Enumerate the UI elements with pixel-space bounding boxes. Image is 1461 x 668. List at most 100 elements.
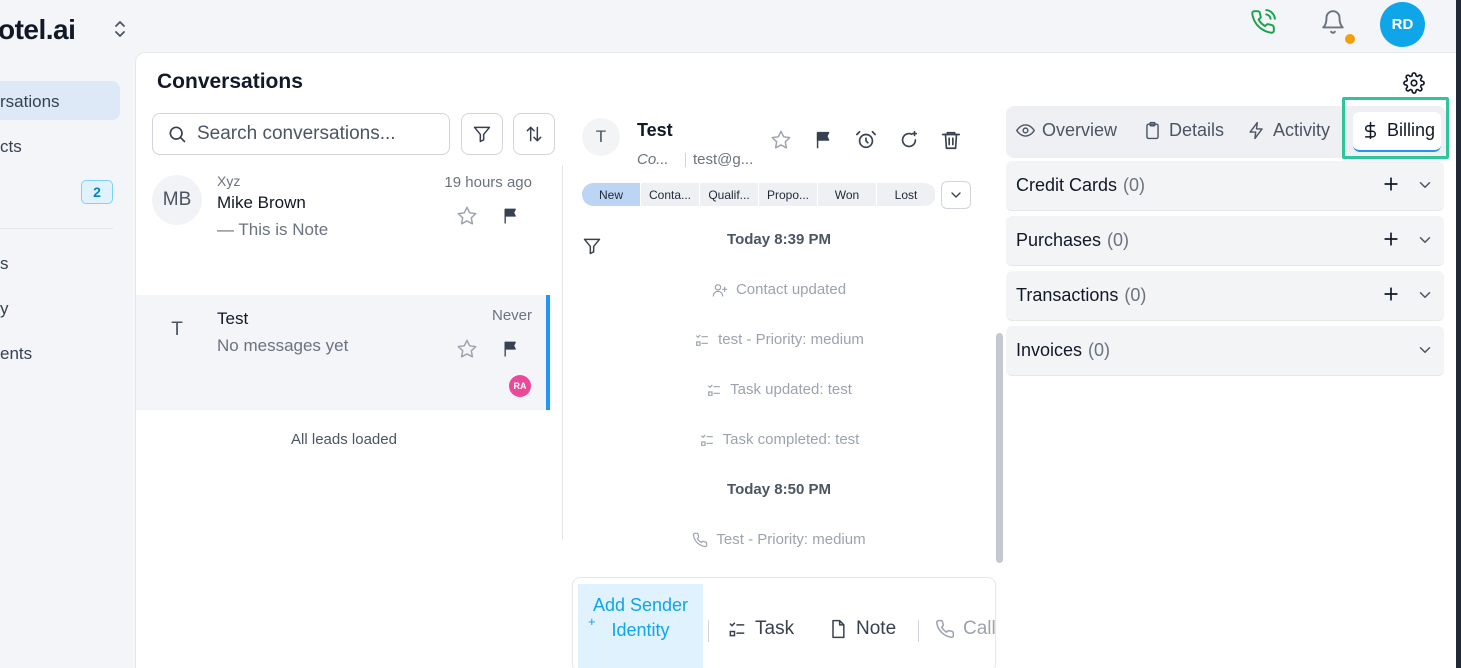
feed-date: Today 8:50 PM [727,481,831,498]
contact-avatar: T [171,319,183,340]
alarm-clock-icon[interactable] [855,129,877,151]
chevron-down-icon [951,192,961,198]
feed-event: Task completed: test [572,431,986,448]
conversation-item[interactable]: MB Xyz Mike Brown — This is Note 19 hour… [136,165,552,285]
conversation-item-selected[interactable]: T Test No messages yet Never RA [136,295,552,410]
stage-qualified[interactable]: Qualif... [700,183,759,206]
section-title: Transactions (0) [1016,285,1147,305]
star-icon[interactable] [770,129,792,151]
flag-icon[interactable] [501,206,521,226]
plus-icon[interactable] [1381,284,1401,304]
stage-new[interactable]: New [582,183,641,206]
phone-call-icon[interactable] [1250,9,1276,35]
sidebar-item-conversations[interactable]: rsations [0,92,60,112]
eye-icon [1016,124,1035,137]
flag-icon[interactable] [501,339,521,359]
chevron-down-icon[interactable] [1416,286,1434,304]
sidebar-item-5[interactable]: y [0,299,9,319]
toolbar-separator [918,620,919,642]
sort-arrows-icon [526,126,542,142]
conversation-time: Never [491,307,532,324]
chevron-down-icon[interactable] [1416,176,1434,194]
sidebar-divider [0,228,113,229]
section-purchases[interactable]: Purchases (0) [1006,216,1444,266]
section-transactions[interactable]: Transactions (0) [1006,271,1444,321]
feed-event-text: Task completed: test [722,431,860,448]
feed-event-text: test - Priority: medium [718,331,864,348]
user-plus-icon [712,283,728,297]
chevron-down-icon[interactable] [1416,231,1434,249]
section-title: Purchases (0) [1016,230,1130,250]
search-icon [169,126,186,143]
gear-icon[interactable] [1403,72,1425,94]
sidebar-item-contacts[interactable]: cts [0,137,22,157]
add-sender-identity-button[interactable]: Add Sender Identity [578,584,703,668]
top-bar: otel.ai RD [0,0,1456,52]
bell-icon[interactable] [1320,9,1346,35]
phone-icon [693,532,708,547]
feed-event: Test - Priority: medium [572,531,986,548]
window-edge [1456,0,1461,668]
search-input[interactable] [197,123,437,145]
workspace-switch-icon[interactable] [112,18,128,40]
detail-separator [685,153,686,167]
stage-lost[interactable]: Lost [877,183,936,206]
detail-email: test@g... [693,151,754,168]
page-title: Conversations [157,70,303,93]
note-button[interactable]: Note [828,618,896,640]
plus-icon[interactable] [1381,229,1401,249]
trash-icon[interactable] [940,129,962,151]
feed-event-text: Contact updated [735,281,847,298]
task-button[interactable]: Task [727,618,794,640]
conversation-time: 19 hours ago [444,174,532,191]
chevron-down-icon[interactable] [1416,341,1434,359]
sidebar-badge: 2 [81,180,113,204]
task-list-icon [700,434,713,446]
feed-event-text: Test - Priority: medium [716,531,866,548]
user-avatar[interactable]: RD [1380,2,1425,47]
section-invoices[interactable]: Invoices (0) [1006,326,1444,376]
tab-activity[interactable]: Activity [1247,120,1330,141]
feed-date: Today 8:39 PM [727,231,831,248]
selected-indicator [546,295,550,410]
column-divider [562,165,563,540]
stage-dropdown-button[interactable] [941,181,971,209]
sidebar-item-6[interactable]: ents [0,344,32,364]
filter-button[interactable] [461,113,503,155]
reopen-sparkle-icon[interactable] [898,129,920,151]
toolbar-separator [708,620,709,642]
star-icon[interactable] [456,338,478,360]
flag-icon[interactable] [813,129,835,151]
tab-overview[interactable]: Overview [1016,120,1117,141]
task-label: Task [755,618,795,639]
note-label: Note [856,618,897,639]
section-credit-cards[interactable]: Credit Cards (0) [1006,161,1444,211]
tab-details[interactable]: Details [1143,120,1224,141]
detail-contact-name: Test [637,120,673,140]
tab-label: Activity [1273,120,1331,140]
brand-logo[interactable]: otel.ai [0,14,76,46]
main-panel: Conversations MB Xyz Mike Brown — This i… [135,52,1456,668]
plus-icon: + [588,614,596,629]
call-button[interactable]: Call [935,618,995,640]
conversation-tag: Xyz [217,173,241,189]
clipboard-icon [1146,121,1159,140]
stage-contacted[interactable]: Conta... [641,183,700,206]
contact-avatar: MB [152,175,202,225]
plus-icon[interactable] [1381,174,1401,194]
star-icon[interactable] [456,205,478,227]
stage-won[interactable]: Won [818,183,877,206]
sidebar-item-4[interactable]: s [0,254,9,274]
feed-scrollbar[interactable] [996,333,1003,563]
composer-toolbar: Add Sender Identity + Task Note Call [572,577,996,668]
contact-name: Test [217,309,249,328]
task-list-icon [729,622,745,637]
search-box [152,113,450,155]
last-message-preview: No messages yet [217,336,349,355]
feed-event: Contact updated [572,281,986,298]
section-title: Credit Cards (0) [1016,175,1146,195]
sort-button[interactable] [513,113,555,155]
notification-dot [1345,34,1355,44]
stage-proposal[interactable]: Propo... [759,183,818,206]
pipeline-stages: New Conta... Qualif... Propo... Won Lost [582,183,936,206]
